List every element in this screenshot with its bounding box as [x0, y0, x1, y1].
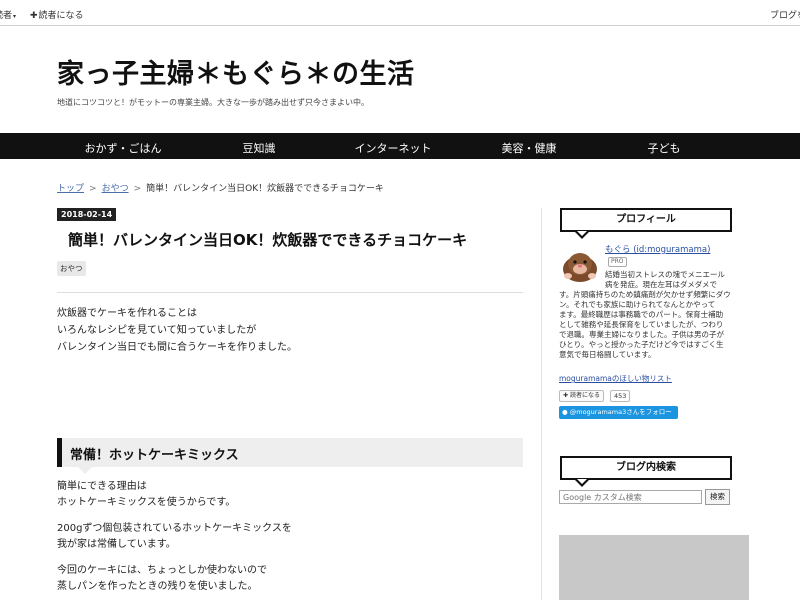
paragraph-line: 蒸しパンを作ったときの残りを使いました。 — [57, 581, 258, 592]
intro-line: 炊飯器でケーキを作れることは — [57, 308, 197, 319]
bio-line: 病を発症。現在左耳はダメダメで — [605, 280, 718, 289]
pro-badge[interactable]: PRO — [608, 257, 627, 267]
bio-line: 意気で毎日格闘しています。 — [559, 350, 656, 359]
nav-item-okazu[interactable]: おかず・ごはん — [85, 140, 162, 156]
breadcrumb-current: 簡単！バレンタイン当日OK！炊飯器でできるチョコケーキ — [146, 184, 384, 194]
heading-notch — [78, 467, 92, 474]
entry-title[interactable]: 簡単！バレンタイン当日OK！炊飯器でできるチョコケーキ — [68, 229, 467, 250]
breadcrumb-separator: > — [133, 184, 142, 194]
bio-line: 結婚当初ストレスの塊でメニエール — [605, 270, 725, 279]
category-tag[interactable]: おやつ — [57, 261, 86, 276]
bio-line: ひとり。やっと授かった子だけど今ではすごく生 — [559, 340, 724, 349]
bio-line: ン。それでも家族に助けられてなんとかやって — [559, 300, 716, 309]
paragraph: 200gずつ個包装されているホットケーキミックスを 我が家は常備しています。 — [57, 521, 292, 553]
twitter-bird-icon: ● — [562, 408, 568, 416]
search-input[interactable] — [559, 490, 702, 504]
paragraph-line: 簡単にできる理由は — [57, 481, 147, 492]
subscribe-button[interactable]: ✚読者になる — [30, 8, 84, 21]
bio-line: として雑務や延長保育をしていましたが、つわり — [559, 320, 724, 329]
reader-menu[interactable]: 読者▾ — [0, 8, 16, 21]
bio-line: で退職。専業主婦になりました。子供は男の子が — [559, 330, 724, 339]
bio-line: す。片頭痛持ちのため鎮痛剤が欠かせず頻繁にダウ — [559, 290, 731, 299]
wishlist-link[interactable]: moguramamaのほしい物リスト — [559, 373, 672, 384]
subscribe-label: 読者になる — [569, 392, 600, 399]
breadcrumb-home[interactable]: トップ — [57, 184, 84, 194]
nav-item-beauty[interactable]: 美容・健康 — [502, 140, 557, 156]
site-title[interactable]: 家っ子主婦＊もぐら＊の生活 — [57, 52, 415, 91]
paragraph: 今回のケーキには、ちょっとしか使わないので 蒸しパンを作ったときの残りを使いまし… — [57, 563, 267, 595]
paragraph-line: ホットケーキミックスを使うからです。 — [57, 497, 236, 508]
profile-bio: す。片頭痛持ちのため鎮痛剤が欠かせず頻繁にダウ ン。それでも家族に助けられてなん… — [559, 290, 735, 360]
breadcrumb-category[interactable]: おやつ — [102, 184, 129, 194]
paragraph-line: 200gずつ個包装されているホットケーキミックスを — [57, 523, 292, 534]
intro-line: バレンタイン当日でも間に合うケーキを作りました。 — [57, 342, 297, 353]
twitter-follow-button[interactable]: ● @moguramama3さんをフォロー — [559, 406, 678, 419]
sidebar-ad-placeholder — [559, 535, 749, 600]
heading-notch — [577, 231, 587, 236]
nav-item-trivia[interactable]: 豆知識 — [243, 140, 276, 156]
nav-item-kids[interactable]: 子ども — [648, 140, 681, 156]
twitter-follow-label: @moguramama3さんをフォロー — [569, 408, 672, 416]
entry-date[interactable]: 2018-02-14 — [57, 208, 117, 221]
sidebar-divider — [541, 208, 542, 600]
subscribe-button[interactable]: ✚ 読者になる — [559, 390, 604, 402]
entry-intro: 炊飯器でケーキを作れることは いろんなレシピを見ていて知っていましたが バレンタ… — [57, 305, 297, 356]
chevron-down-icon: ▾ — [13, 13, 17, 20]
paragraph-line: 我が家は常備しています。 — [57, 539, 176, 550]
mole-avatar[interactable] — [559, 243, 601, 283]
profile-bio: 結婚当初ストレスの塊でメニエール 病を発症。現在左耳はダメダメで — [605, 270, 735, 290]
section-heading-text: 常備！ホットケーキミックス — [70, 448, 239, 463]
paragraph: 簡単にできる理由は ホットケーキミックスを使うからです。 — [57, 479, 235, 511]
breadcrumb-separator: > — [89, 184, 97, 194]
paragraph-line: 今回のケーキには、ちょっとしか使わないので — [57, 565, 267, 576]
search-button[interactable]: 検索 — [705, 489, 730, 505]
profile-module-title: プロフィール — [560, 208, 732, 232]
subscriber-count: 453 — [610, 390, 631, 402]
divider — [57, 292, 523, 293]
site-description: 地道にコツコツと！がモットーの専業主婦。大きな一歩が踏み出せず只今さまよい中。 — [57, 98, 369, 107]
nav-item-internet[interactable]: インターネット — [355, 140, 432, 156]
search-module-title: ブログ内検索 — [560, 456, 732, 480]
plus-icon: ✚ — [30, 11, 38, 21]
global-nav: おかず・ごはん 豆知識 インターネット 美容・健康 子ども — [0, 133, 800, 159]
reader-menu-label: 読者 — [0, 11, 13, 21]
intro-line: いろんなレシピを見ていて知っていましたが — [57, 325, 257, 336]
profile-name[interactable]: もぐら (id:moguramama) — [605, 243, 710, 255]
plus-icon: ✚ — [563, 392, 569, 399]
bio-line: ます。最終職歴は事務職でのパート。保育士補助 — [559, 310, 724, 319]
subscribe-label: 読者になる — [38, 11, 84, 21]
section-heading: 常備！ホットケーキミックス — [57, 438, 523, 467]
breadcrumb: トップ > おやつ > 簡単！バレンタイン当日OK！炊飯器でできるチョコケーキ — [57, 181, 384, 194]
heading-notch — [577, 479, 587, 484]
blog-link[interactable]: ブログを — [770, 8, 800, 21]
top-bar: 読者▾ ✚読者になる ブログを — [0, 0, 800, 26]
